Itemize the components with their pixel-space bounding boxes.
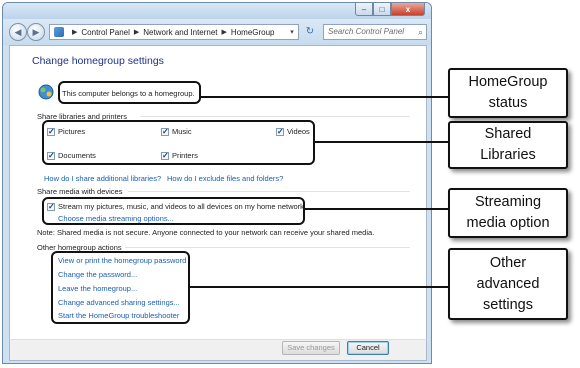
share-additional-libraries-link[interactable]: How do I share additional libraries?: [44, 174, 161, 183]
save-changes-button[interactable]: Save changes: [282, 341, 340, 355]
streaming-highlight: [42, 197, 305, 225]
breadcrumb-homegroup[interactable]: HomeGroup: [231, 28, 275, 37]
section-divider: [140, 116, 410, 117]
address-dropdown-icon[interactable]: ▾: [286, 28, 298, 36]
status-highlight: [58, 81, 201, 104]
minimize-button[interactable]: –: [355, 3, 373, 16]
callout-homegroup-status: HomeGroup status: [448, 68, 568, 118]
homegroup-icon: [38, 84, 54, 100]
address-bar[interactable]: ▶ Control Panel ▶ Network and Internet ▶…: [49, 24, 299, 40]
forward-button[interactable]: ▶: [27, 23, 45, 41]
search-placeholder: Search Control Panel: [328, 27, 405, 36]
libraries-leader-line: [315, 141, 448, 143]
callout-other-settings: Other advanced settings: [448, 248, 568, 320]
other-leader-line: [190, 286, 448, 288]
refresh-icon[interactable]: ↻: [303, 25, 317, 39]
breadcrumb-separator-icon[interactable]: ▶: [72, 28, 77, 36]
breadcrumb-control-panel[interactable]: Control Panel: [81, 28, 129, 37]
title-bar: – □ x: [3, 3, 431, 19]
status-leader-line: [201, 96, 450, 98]
navigation-bar: ◀ ▶ ▶ Control Panel ▶ Network and Intern…: [3, 19, 431, 45]
exclude-files-link[interactable]: How do I exclude files and folders?: [167, 174, 283, 183]
cancel-button[interactable]: Cancel: [347, 341, 389, 355]
breadcrumb-separator-icon[interactable]: ▶: [134, 28, 139, 36]
section-divider: [125, 247, 410, 248]
page-title: Change homegroup settings: [32, 55, 164, 67]
callout-shared-libraries: Shared Libraries: [448, 121, 568, 169]
section-divider: [128, 191, 410, 192]
streaming-leader-line: [305, 208, 450, 210]
control-panel-icon: [54, 27, 64, 37]
callout-streaming-media: Streaming media option: [448, 188, 568, 238]
search-icon[interactable]: ⌕: [418, 25, 423, 39]
other-actions-highlight: [51, 251, 190, 324]
libraries-highlight: [42, 120, 315, 165]
maximize-button[interactable]: □: [373, 3, 391, 16]
close-button[interactable]: x: [391, 3, 425, 16]
breadcrumb-separator-icon[interactable]: ▶: [222, 28, 227, 36]
share-media-heading: Share media with devices: [37, 187, 123, 196]
search-input[interactable]: Search Control Panel ⌕: [323, 24, 427, 40]
breadcrumb-network-and-internet[interactable]: Network and Internet: [143, 28, 217, 37]
shared-media-note: Note: Shared media is not secure. Anyone…: [37, 228, 375, 237]
back-button[interactable]: ◀: [9, 23, 27, 41]
caption-buttons: – □ x: [355, 3, 425, 16]
